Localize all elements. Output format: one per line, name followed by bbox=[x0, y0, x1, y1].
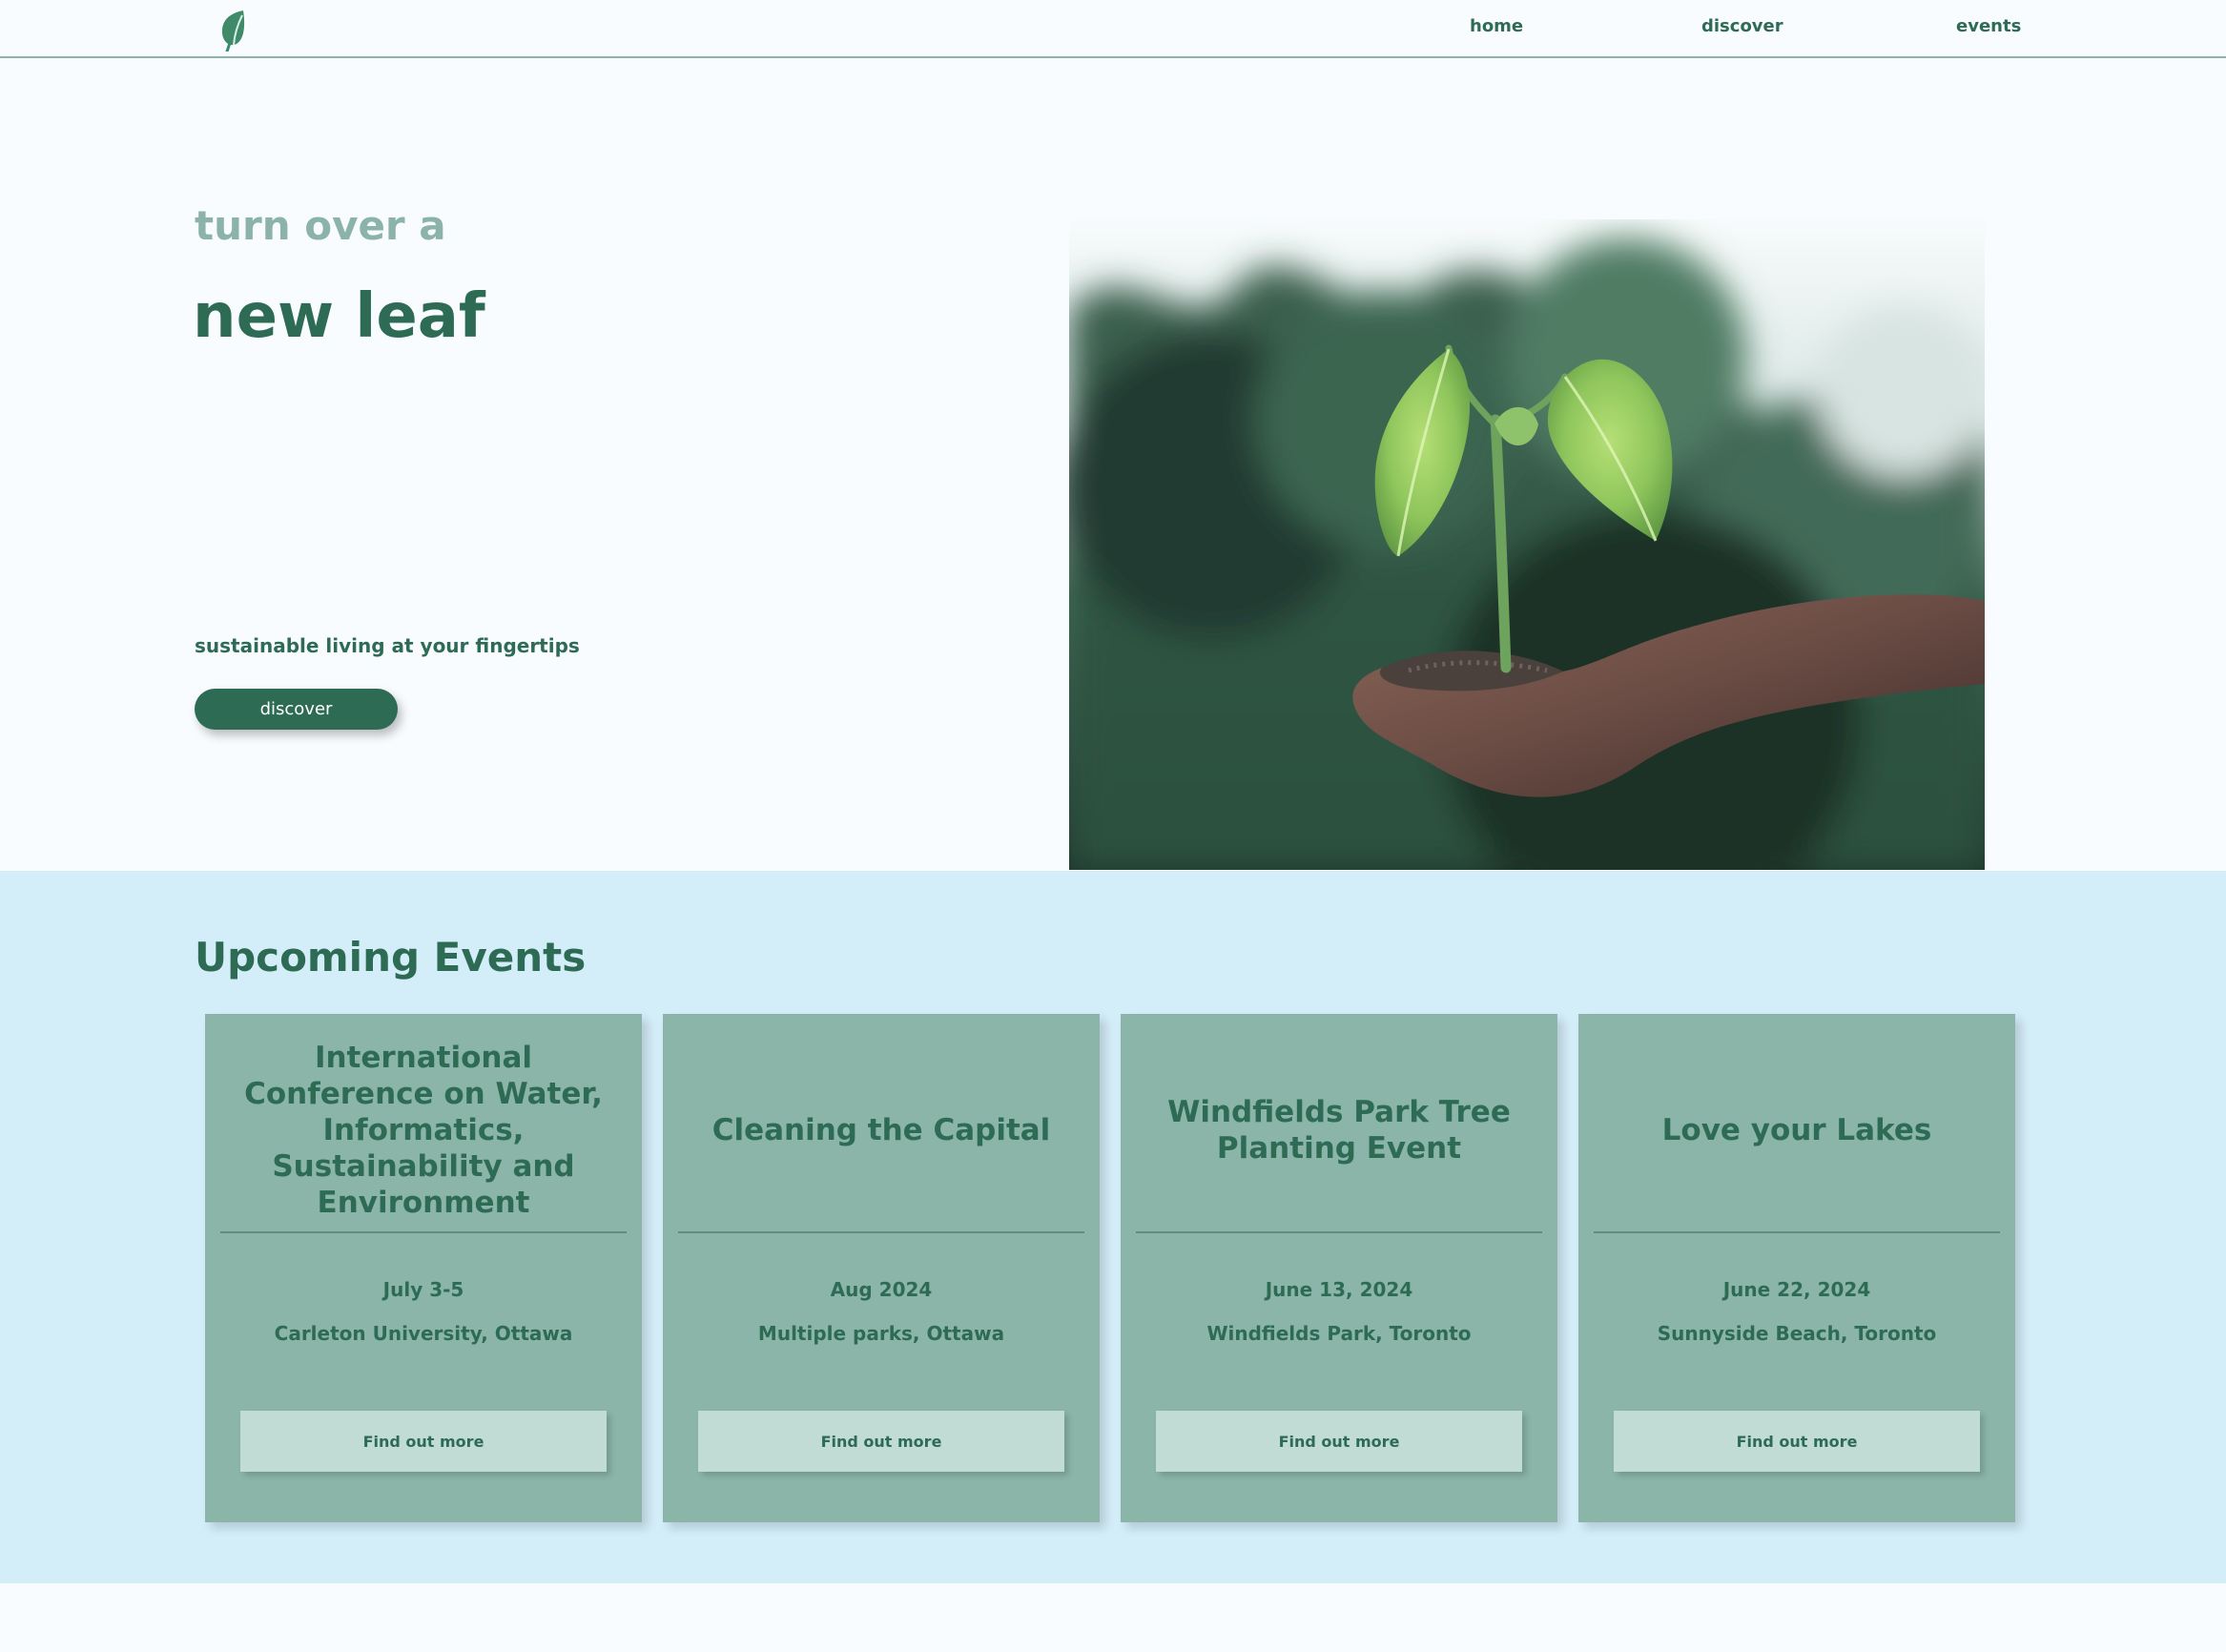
event-card: Windfields Park Tree Planting Event June… bbox=[1121, 1014, 1557, 1522]
event-divider bbox=[1136, 1231, 1542, 1233]
event-divider bbox=[220, 1231, 627, 1233]
hero-seedling-image bbox=[1069, 219, 1985, 870]
upcoming-events-section: Upcoming Events International Conference… bbox=[0, 871, 2226, 1583]
event-date: July 3-5 bbox=[382, 1278, 464, 1301]
event-title: Love your Lakes bbox=[1661, 1113, 1932, 1147]
event-title: Windfields Park Tree Planting Event bbox=[1167, 1095, 1511, 1166]
event-card: Love your Lakes June 22, 2024 Sunnyside … bbox=[1578, 1014, 2015, 1522]
event-title: International Conference on Water, Infor… bbox=[244, 1041, 603, 1220]
event-location: Sunnyside Beach, Toronto bbox=[1657, 1322, 1937, 1345]
event-date: June 13, 2024 bbox=[1265, 1278, 1413, 1301]
event-location: Windfields Park, Toronto bbox=[1206, 1322, 1472, 1345]
event-location: Carleton University, Ottawa bbox=[274, 1322, 573, 1345]
hero-kicker: turn over a bbox=[195, 202, 446, 249]
event-date: June 22, 2024 bbox=[1722, 1278, 1871, 1301]
events-heading: Upcoming Events bbox=[195, 934, 587, 981]
top-navigation: home discover events bbox=[0, 0, 2226, 58]
event-card: Cleaning the Capital Aug 2024 Multiple p… bbox=[663, 1014, 1100, 1522]
event-card: International Conference on Water, Infor… bbox=[205, 1014, 642, 1522]
event-title: Cleaning the Capital bbox=[711, 1113, 1051, 1147]
leaf-icon[interactable] bbox=[217, 8, 248, 52]
hero-discover-button[interactable]: discover bbox=[195, 689, 398, 730]
hero-tagline: sustainable living at your fingertips bbox=[195, 634, 580, 657]
nav-home-link[interactable]: home bbox=[1470, 16, 1523, 36]
event-date: Aug 2024 bbox=[830, 1278, 933, 1301]
nav-events-link[interactable]: events bbox=[1956, 16, 2021, 36]
find-out-more-button[interactable]: Find out more bbox=[240, 1411, 607, 1472]
nav-discover-link[interactable]: discover bbox=[1701, 16, 1783, 36]
event-divider bbox=[1594, 1231, 2000, 1233]
find-out-more-button[interactable]: Find out more bbox=[1156, 1411, 1522, 1472]
event-location: Multiple parks, Ottawa bbox=[757, 1322, 1005, 1345]
hero-title: new leaf bbox=[193, 280, 485, 352]
find-out-more-button[interactable]: Find out more bbox=[698, 1411, 1064, 1472]
event-divider bbox=[678, 1231, 1084, 1233]
find-out-more-button[interactable]: Find out more bbox=[1614, 1411, 1980, 1472]
